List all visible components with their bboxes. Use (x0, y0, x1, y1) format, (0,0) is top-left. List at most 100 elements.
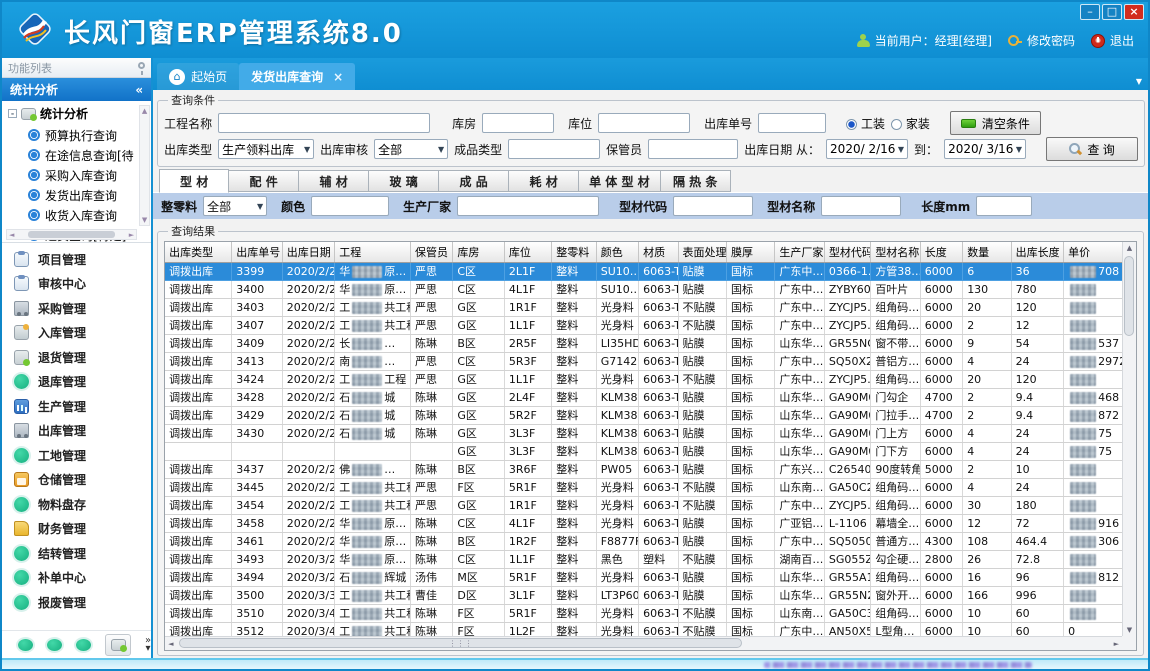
footer-dot-icon[interactable] (76, 639, 91, 651)
table-row[interactable]: 调拨出库34282020/2/26石城陈琳G区2L4F整料KLM38176063… (165, 388, 1122, 406)
footer-dot-icon[interactable] (18, 639, 33, 651)
column-header[interactable]: 型材名称 (871, 242, 920, 262)
column-header[interactable]: 表面处理 (678, 242, 726, 262)
logout-link[interactable]: 退出 (1091, 32, 1134, 49)
column-header[interactable]: 颜色 (596, 242, 638, 262)
clear-conditions-button[interactable]: 清空条件 (950, 111, 1041, 135)
color-input[interactable] (311, 196, 389, 216)
code-input[interactable] (673, 196, 753, 216)
order-no-input[interactable] (758, 113, 826, 133)
table-row[interactable]: 调拨出库35122020/3/4工共工程陈琳F区1L2F整料光身料6063-T5… (165, 622, 1122, 636)
tree-root[interactable]: - 统计分析 (8, 105, 137, 122)
scroll-up-icon[interactable]: ▲ (1127, 244, 1132, 252)
sidebar-item-dot[interactable]: 物料盘存 (2, 492, 151, 517)
subtab[interactable]: 玻 璃 (369, 170, 439, 192)
out-type-select[interactable]: 生产领料出库▼ (218, 139, 314, 159)
table-row[interactable]: 调拨出库34302020/2/26石城陈琳G区3L3F整料KLM38176063… (165, 424, 1122, 442)
tree-horizontal-scrollbar[interactable]: ◄► (6, 229, 137, 240)
column-header[interactable]: 长度 (920, 242, 962, 262)
minimize-button[interactable]: – (1080, 4, 1100, 20)
sidebar-item-cart[interactable]: 出库管理 (2, 419, 151, 444)
tab-shipment-query[interactable]: 发货出库查询 × (239, 63, 355, 90)
table-row[interactable]: 调拨出库34612020/2/28华原…陈琳B区1R2F整料F8877FT606… (165, 532, 1122, 550)
radio-gongzhuang[interactable]: 工装 (846, 115, 885, 132)
table-row[interactable]: 调拨出库34072020/2/25工共工程严思G区1L1F整料光身料6063-T… (165, 316, 1122, 334)
tab-home[interactable]: ⌂ 起始页 (157, 63, 239, 90)
whole-select[interactable]: 全部▼ (203, 196, 267, 216)
close-button[interactable]: × (1124, 4, 1144, 20)
vertical-scroll-thumb[interactable] (1124, 256, 1134, 336)
scroll-left-icon[interactable]: ◄ (168, 640, 173, 648)
column-header[interactable]: 生产厂家 (775, 242, 824, 262)
subtab[interactable]: 隔 热 条 (661, 170, 731, 192)
collapse-icon[interactable]: « (135, 83, 143, 97)
sidebar-item-chart[interactable]: 生产管理 (2, 394, 151, 419)
column-header[interactable]: 膜厚 (726, 242, 774, 262)
table-row[interactable]: G区3L3F整料KLM38176063-T5贴膜国标山东华…GA90M09…门下… (165, 442, 1122, 460)
column-header[interactable]: 整零料 (552, 242, 596, 262)
sidebar-item-cart-in[interactable]: 入库管理 (2, 321, 151, 346)
table-row[interactable]: 调拨出库34932020/3/2华原…陈琳C区1L1F整料黑色塑料不贴膜国标湖南… (165, 550, 1122, 568)
sidebar-item-cart-return[interactable]: 退货管理 (2, 345, 151, 370)
table-row[interactable]: 调拨出库34942020/3/2石辉城汤伟M区5R1F整料光身料6063-T5贴… (165, 568, 1122, 586)
sidebar-item-finance[interactable]: 财务管理 (2, 517, 151, 542)
product-type-input[interactable] (508, 139, 600, 159)
sidebar-section-header[interactable]: 统计分析 « (2, 78, 151, 101)
subtab[interactable]: 型 材 (159, 169, 229, 193)
tab-close-icon[interactable]: × (333, 70, 343, 84)
tree-vertical-scrollbar[interactable]: ▲▼ (139, 105, 150, 226)
tree-item[interactable]: 发货出库查询 (8, 185, 137, 205)
horizontal-scroll-thumb[interactable]: ⋮⋮⋮ (179, 638, 742, 648)
table-row[interactable]: 调拨出库33992020/2/25华原…严思C区2L1F整料SU10…6063-… (165, 262, 1122, 280)
warehouse-input[interactable] (482, 113, 554, 133)
sidebar-item-dot[interactable]: 报废管理 (2, 590, 151, 615)
audit-select[interactable]: 全部▼ (374, 139, 448, 159)
table-row[interactable]: 调拨出库34372020/2/27佛…陈琳B区3R6F整料PW056063-T5… (165, 460, 1122, 478)
column-header[interactable]: 材质 (639, 242, 678, 262)
date-from-picker[interactable]: 2020/ 2/16▼ (826, 139, 908, 159)
column-header[interactable]: 出库日期 (282, 242, 335, 262)
column-header[interactable]: 出库类型 (165, 242, 232, 262)
table-row[interactable]: 调拨出库34002020/2/25华原…严思C区4L1F整料SU10…6063-… (165, 280, 1122, 298)
subtab[interactable]: 耗 材 (509, 170, 579, 192)
search-button[interactable]: 查 询 (1046, 137, 1138, 161)
column-header[interactable]: 出库单号 (232, 242, 282, 262)
tree-expander-icon[interactable]: - (8, 109, 17, 118)
name-input[interactable] (821, 196, 901, 216)
scroll-right-icon[interactable]: ► (1114, 640, 1119, 648)
sidebar-item-dot[interactable]: 结转管理 (2, 541, 151, 566)
tree-item[interactable]: 在途信息查询[待 (8, 145, 137, 165)
table-row[interactable]: 调拨出库34542020/2/28工共工程严思G区1R1F整料光身料6063-T… (165, 496, 1122, 514)
table-row[interactable]: 调拨出库34452020/2/27工共工程严思F区5R1F整料光身料6063-T… (165, 478, 1122, 496)
column-header[interactable]: 库位 (504, 242, 551, 262)
sidebar-item-dot[interactable]: 工地管理 (2, 443, 151, 468)
sidebar-item-warehouse[interactable]: 仓储管理 (2, 468, 151, 493)
change-password-link[interactable]: 修改密码 (1008, 32, 1075, 49)
sidebar-item-clipboard[interactable]: 审核中心 (2, 272, 151, 297)
footer-more-button[interactable]: »▾ (145, 637, 151, 653)
sidebar-item-clipboard[interactable]: 项目管理 (2, 247, 151, 272)
column-header[interactable]: 型材代码 (824, 242, 870, 262)
table-row[interactable]: 调拨出库34032020/2/25工共工程严思G区1R1F整料光身料6063-T… (165, 298, 1122, 316)
sidebar-item-cart[interactable]: 采购管理 (2, 296, 151, 321)
table-row[interactable]: 调拨出库35102020/3/4工共工程陈琳F区5R1F整料光身料6063-T5… (165, 604, 1122, 622)
pin-icon[interactable] (138, 62, 145, 69)
subtab[interactable]: 辅 材 (299, 170, 369, 192)
table-row[interactable]: 调拨出库34242020/2/26工工程严思G区1L1F整料光身料6063-T5… (165, 370, 1122, 388)
tree-scroll-thumb[interactable] (28, 231, 116, 238)
subtab[interactable]: 配 件 (229, 170, 299, 192)
keeper-input[interactable] (648, 139, 738, 159)
column-header[interactable]: 工程 (335, 242, 411, 262)
table-row[interactable]: 调拨出库34132020/2/26南…严思C区5R3F整料G714226063-… (165, 352, 1122, 370)
column-header[interactable]: 库房 (453, 242, 504, 262)
tree-item[interactable]: 预算执行查询 (8, 125, 137, 145)
tree-item[interactable]: 收货入库查询 (8, 205, 137, 225)
sidebar-item-dot[interactable]: 退库管理 (2, 370, 151, 395)
sidebar-item-dot[interactable]: 补单中心 (2, 566, 151, 591)
subtab[interactable]: 单 体 型 材 (579, 170, 661, 192)
tabbar-dropdown-icon[interactable]: ▼ (1136, 77, 1142, 86)
date-to-picker[interactable]: 2020/ 3/16▼ (944, 139, 1026, 159)
project-name-input[interactable] (218, 113, 430, 133)
table-row[interactable]: 调拨出库35002020/3/3工共工程曹佳D区3L1F整料LT3P606063… (165, 586, 1122, 604)
length-input[interactable] (976, 196, 1032, 216)
